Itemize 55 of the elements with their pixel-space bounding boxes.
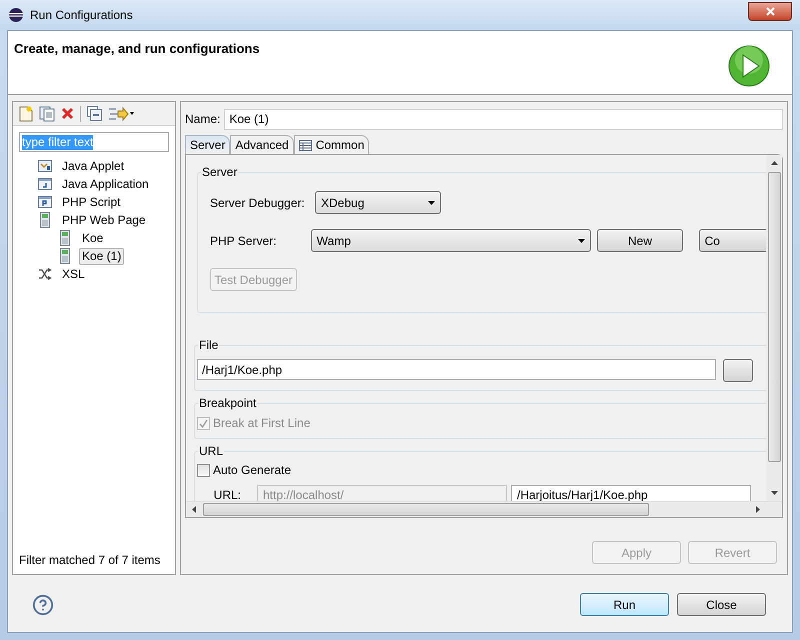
tree-item[interactable]: Java Application [59,176,152,192]
tree-item[interactable]: Koe [79,230,106,246]
delete-icon[interactable] [61,107,74,120]
applet-icon [38,159,52,173]
group-title: Breakpoint [198,395,258,411]
help-icon[interactable] [32,594,54,616]
tree-item[interactable]: XSL [59,266,88,282]
checkbox-label: Break at First Line [213,415,310,432]
duplicate-icon[interactable] [39,106,55,122]
tree-item[interactable]: Java Applet [59,158,128,174]
name-label: Name: [185,111,220,128]
tree-item[interactable]: Koe (1) [79,248,124,264]
scroll-thumb[interactable] [203,503,649,516]
tree-item[interactable]: PHP Script [59,194,124,210]
check-icon [199,418,208,428]
run-button[interactable]: Run [580,593,669,616]
tab[interactable]: Advanced [230,135,294,154]
caret-icon [578,238,586,242]
checkbox[interactable] [197,464,210,476]
filter-icon[interactable] [108,106,134,122]
table-icon [298,140,312,150]
url-label: URL: [212,487,242,501]
server-icon [40,212,50,228]
java-file-icon [38,177,52,191]
dropdown[interactable]: Wamp [310,229,592,252]
scroll-thumb[interactable] [768,172,780,462]
window-title: Run Configurations [30,7,134,24]
server-icon [60,248,70,264]
new-button[interactable]: New [597,229,683,252]
collapse-all-icon[interactable] [87,106,102,121]
browse-button[interactable] [723,359,753,382]
horizontal-scrollbar[interactable] [186,501,782,517]
close-button[interactable] [748,2,792,20]
checkbox-label: Auto Generate [213,462,292,479]
tree-item[interactable]: PHP Web Page [59,212,149,228]
run-icon [728,45,770,87]
new-file-icon[interactable] [19,106,33,122]
shuffle-icon [38,268,52,280]
server-icon [60,230,70,246]
name-field[interactable]: Koe (1) [224,108,783,130]
dropdown[interactable]: XDebug [315,191,441,214]
field-label: PHP Server: [210,232,278,250]
vertical-scrollbar[interactable] [766,155,782,501]
tab[interactable]: Server [185,135,230,154]
tab[interactable]: Common [294,135,370,154]
filter-status: Filter matched 7 of 7 items [18,552,162,569]
header-title: Create, manage, and run configurations [14,40,260,58]
field-label: Server Debugger: [210,194,306,212]
eclipse-icon [8,7,24,23]
configure-button[interactable]: Co [698,229,766,252]
php-file-icon [38,195,52,209]
file-field[interactable]: /Harj1/Koe.php [197,359,716,380]
close-button[interactable]: Close [677,593,766,616]
caret-icon [428,200,435,204]
close-icon [766,6,774,16]
